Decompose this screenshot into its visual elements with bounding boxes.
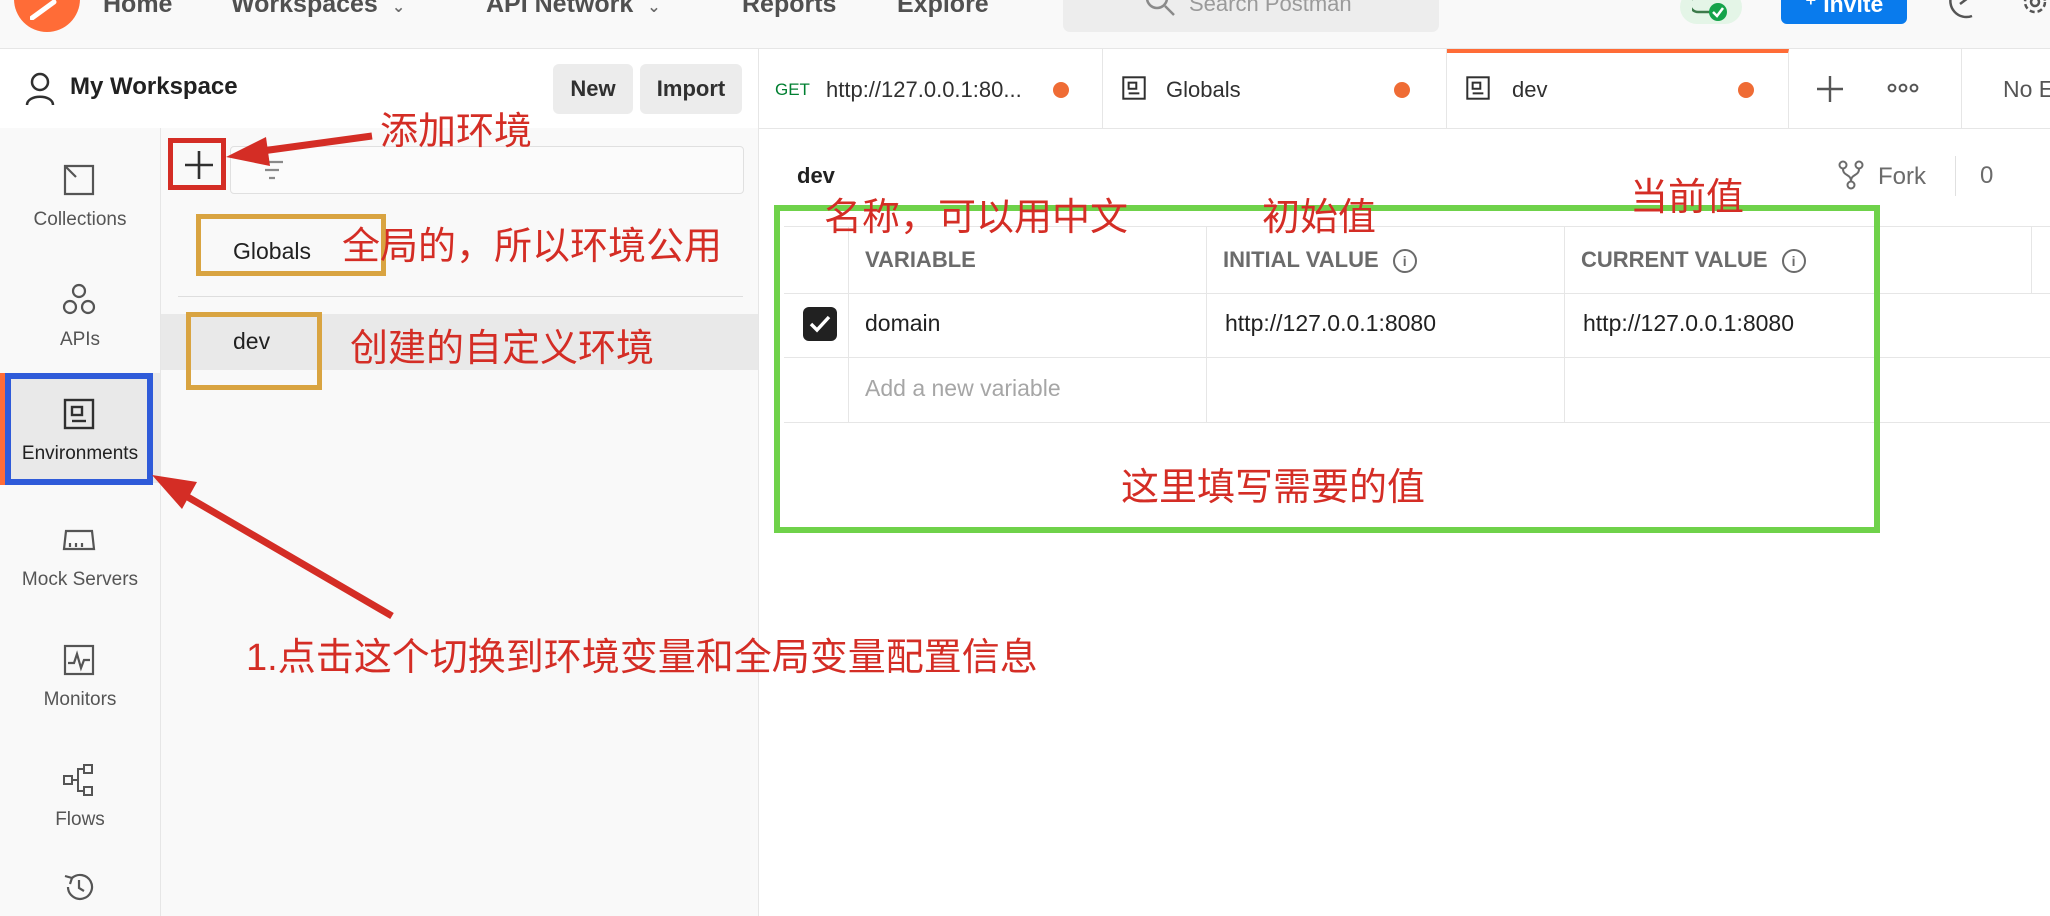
annotation-globals: 全局的，所以环境公用	[342, 226, 723, 268]
annotation-name: 名称，可以用中文	[824, 197, 1129, 239]
annotation-arrows	[152, 132, 394, 620]
annotation-step: 1.点击这个切换到环境变量和全局变量配置信息	[246, 637, 1038, 679]
annotation-dev: 创建的自定义环境	[350, 328, 655, 370]
annotation-add-env: 添加环境	[380, 111, 533, 153]
annotation-current: 当前值	[1630, 177, 1745, 219]
annotation-initial: 初始值	[1262, 197, 1377, 239]
annotation-fill: 这里填写需要的值	[1121, 467, 1426, 509]
